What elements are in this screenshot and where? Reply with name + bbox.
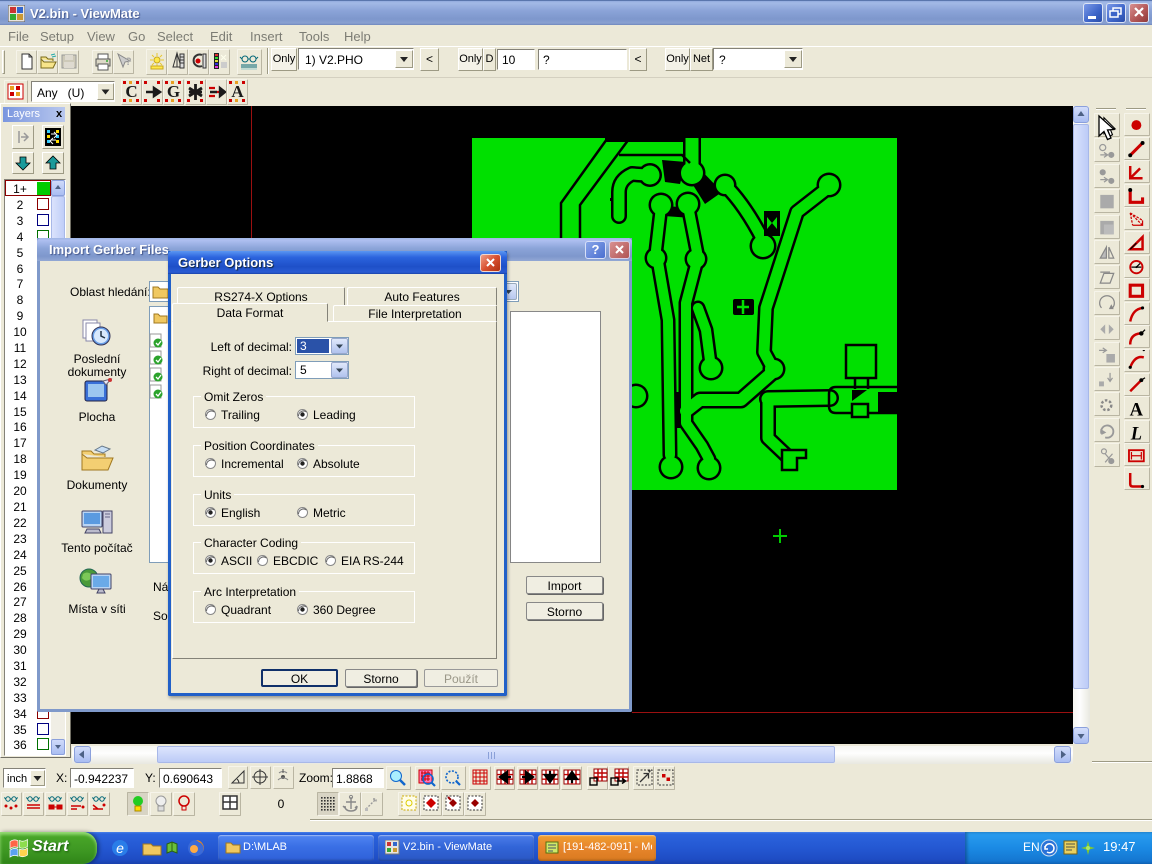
svg-text:L: L [1130, 424, 1142, 442]
svg-text:A: A [231, 82, 244, 101]
svg-text:G: G [167, 82, 180, 101]
svg-text:A: A [1130, 400, 1144, 418]
svg-text:C: C [125, 82, 137, 101]
svg-text:e: e [116, 840, 124, 856]
svg-text:?: ? [125, 56, 132, 68]
